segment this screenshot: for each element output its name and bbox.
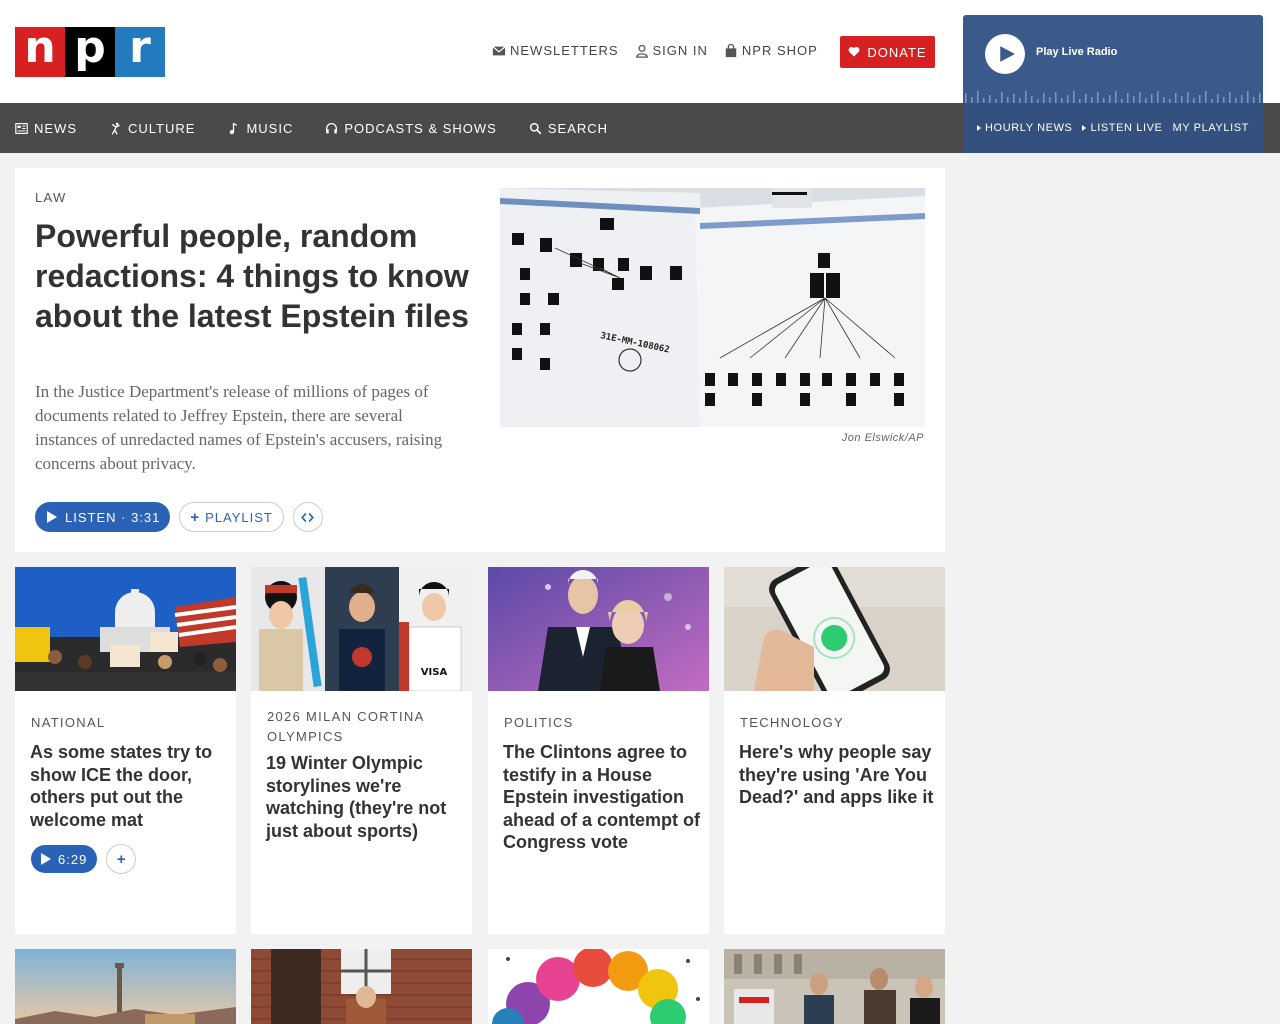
sign-in-link[interactable]: SIGN IN — [635, 43, 708, 58]
npr-shop-label: NPR SHOP — [741, 43, 818, 58]
nav-music[interactable]: MUSIC — [227, 121, 293, 136]
embed-button[interactable] — [292, 502, 323, 532]
story-card: NATIONAL As some states try to show ICE … — [15, 567, 236, 934]
npr-shop-link[interactable]: NPR SHOP — [724, 43, 818, 58]
envelope-icon — [492, 45, 506, 55]
logo-letter-n: n — [15, 26, 65, 77]
story-headline[interactable]: 19 Winter Olympic storylines we're watch… — [266, 752, 466, 842]
story-thumbnail[interactable] — [15, 949, 236, 1024]
street-scene-photo-graphic — [724, 949, 945, 1024]
live-radio-player: Play Live Radio HOURLY NEWS LISTEN LIVE … — [963, 15, 1263, 153]
nav-news-label: NEWS — [34, 120, 77, 136]
nav-search[interactable]: SEARCH — [529, 121, 608, 136]
add-to-playlist-button[interactable]: + PLAYLIST — [179, 502, 284, 532]
dancer-icon — [111, 122, 120, 135]
story-thumbnail[interactable] — [488, 949, 709, 1024]
logo-letter-r: r — [115, 26, 165, 77]
nav-search-label: SEARCH — [547, 120, 609, 136]
heart-icon — [848, 46, 860, 57]
main-nav: NEWS CULTURE MUSIC PODCASTS & SHOWS SEAR… — [0, 103, 963, 153]
sign-in-label: SIGN IN — [652, 43, 708, 58]
story-headline[interactable]: Here's why people say they're using 'Are… — [739, 741, 939, 809]
search-icon — [529, 122, 542, 134]
headphones-icon — [326, 122, 338, 133]
feature-kicker[interactable]: LAW — [35, 190, 67, 205]
play-icon — [41, 853, 51, 865]
nav-culture[interactable]: CULTURE — [109, 121, 195, 136]
music-note-icon — [230, 122, 238, 134]
bib-visa-graphic: VISA — [421, 667, 448, 678]
story-kicker[interactable]: 2026 MILAN CORTINA OLYMPICS — [267, 707, 462, 747]
nav-podcasts-label: PODCASTS & SHOWS — [344, 120, 497, 136]
feature-photo-graphic: 31E-MM-108062 — [500, 188, 925, 427]
newspaper-icon — [15, 122, 28, 134]
story-actions: 6:29 + — [31, 844, 137, 874]
hourly-news-label: HOURLY NEWS — [985, 122, 1073, 134]
nav-news[interactable]: NEWS — [15, 121, 77, 136]
feature-teaser: In the Justice Department's release of m… — [35, 382, 443, 473]
play-live-radio-label: Play Live Radio — [1036, 46, 1118, 58]
story-thumbnail[interactable]: VISA — [251, 567, 472, 691]
colorful-illustration-graphic — [488, 949, 709, 1024]
my-playlist-link[interactable]: MY PLAYLIST — [1173, 122, 1250, 134]
plus-icon: + — [190, 508, 201, 526]
add-to-playlist-button[interactable]: + — [106, 844, 137, 874]
user-icon — [635, 44, 648, 58]
story-thumbnail[interactable] — [724, 949, 945, 1024]
clintons-photo-graphic — [488, 567, 709, 691]
listen-button[interactable]: 6:29 — [31, 845, 98, 873]
story-kicker[interactable]: POLITICS — [504, 713, 699, 733]
feature-photo[interactable]: 31E-MM-108062 — [500, 188, 925, 427]
feature-actions: LISTEN · 3:31 + PLAYLIST — [35, 502, 323, 532]
code-embed-icon — [301, 512, 315, 522]
story-card: VISA 2026 MILAN CORTINA OLYMPICS 19 Wint… — [251, 567, 472, 934]
play-triangle-icon — [977, 125, 981, 131]
photo-credit: Jon Elswick/AP — [841, 432, 924, 444]
newsletters-link[interactable]: NEWSLETTERS — [492, 43, 619, 58]
story-card: POLITICS The Clintons agree to testify i… — [488, 567, 709, 934]
hourly-news-link[interactable]: HOURLY NEWS — [977, 122, 1072, 134]
story-kicker[interactable]: TECHNOLOGY — [740, 713, 935, 733]
audio-wave-graphic — [965, 91, 1261, 103]
story-headline[interactable]: As some states try to show ICE the door,… — [30, 741, 230, 831]
listen-live-label: LISTEN LIVE — [1090, 122, 1163, 134]
plus-icon: + — [116, 850, 126, 868]
story-thumbnail[interactable] — [488, 567, 709, 691]
play-triangle-icon — [1082, 125, 1087, 131]
feature-headline[interactable]: Powerful people, random redactions: 4 th… — [35, 216, 475, 336]
donate-button[interactable]: DONATE — [840, 36, 935, 68]
utility-nav: NEWSLETTERS SIGN IN NPR SHOP — [492, 43, 818, 58]
story-kicker[interactable]: NATIONAL — [31, 713, 226, 733]
story-thumbnail[interactable] — [251, 949, 472, 1024]
listen-duration: 6:29 — [58, 851, 88, 867]
play-live-radio-button[interactable] — [985, 34, 1025, 74]
brick-house-photo-graphic — [251, 949, 472, 1024]
radio-links: HOURLY NEWS LISTEN LIVE MY PLAYLIST — [963, 103, 1263, 153]
shopping-bag-icon — [725, 43, 737, 57]
olympians-photo-graphic: VISA — [251, 567, 472, 691]
story-thumbnail[interactable] — [724, 567, 945, 691]
newsletters-label: NEWSLETTERS — [510, 43, 619, 58]
play-icon — [1000, 46, 1015, 62]
my-playlist-label: MY PLAYLIST — [1172, 122, 1249, 134]
story-headline[interactable]: The Clintons agree to testify in a House… — [503, 741, 703, 854]
play-icon — [47, 511, 57, 523]
playlist-label: PLAYLIST — [205, 509, 273, 525]
phone-app-photo-graphic — [724, 567, 945, 691]
protest-photo-graphic — [15, 567, 236, 691]
nav-music-label: MUSIC — [246, 120, 294, 136]
listen-button[interactable]: LISTEN · 3:31 — [35, 502, 171, 532]
story-card: TECHNOLOGY Here's why people say they're… — [724, 567, 945, 934]
nav-podcasts-shows[interactable]: PODCASTS & SHOWS — [325, 121, 497, 136]
nav-culture-label: CULTURE — [128, 120, 196, 136]
npr-logo[interactable]: n p r — [15, 26, 165, 77]
feature-story: LAW Powerful people, random redactions: … — [15, 168, 945, 552]
listen-label: LISTEN · 3:31 — [65, 509, 161, 525]
logo-letter-p: p — [65, 26, 115, 77]
listen-live-link[interactable]: LISTEN LIVE — [1082, 122, 1162, 134]
story-thumbnail[interactable] — [15, 567, 236, 691]
donate-label: DONATE — [867, 44, 927, 60]
power-plant-photo-graphic — [15, 949, 236, 1024]
